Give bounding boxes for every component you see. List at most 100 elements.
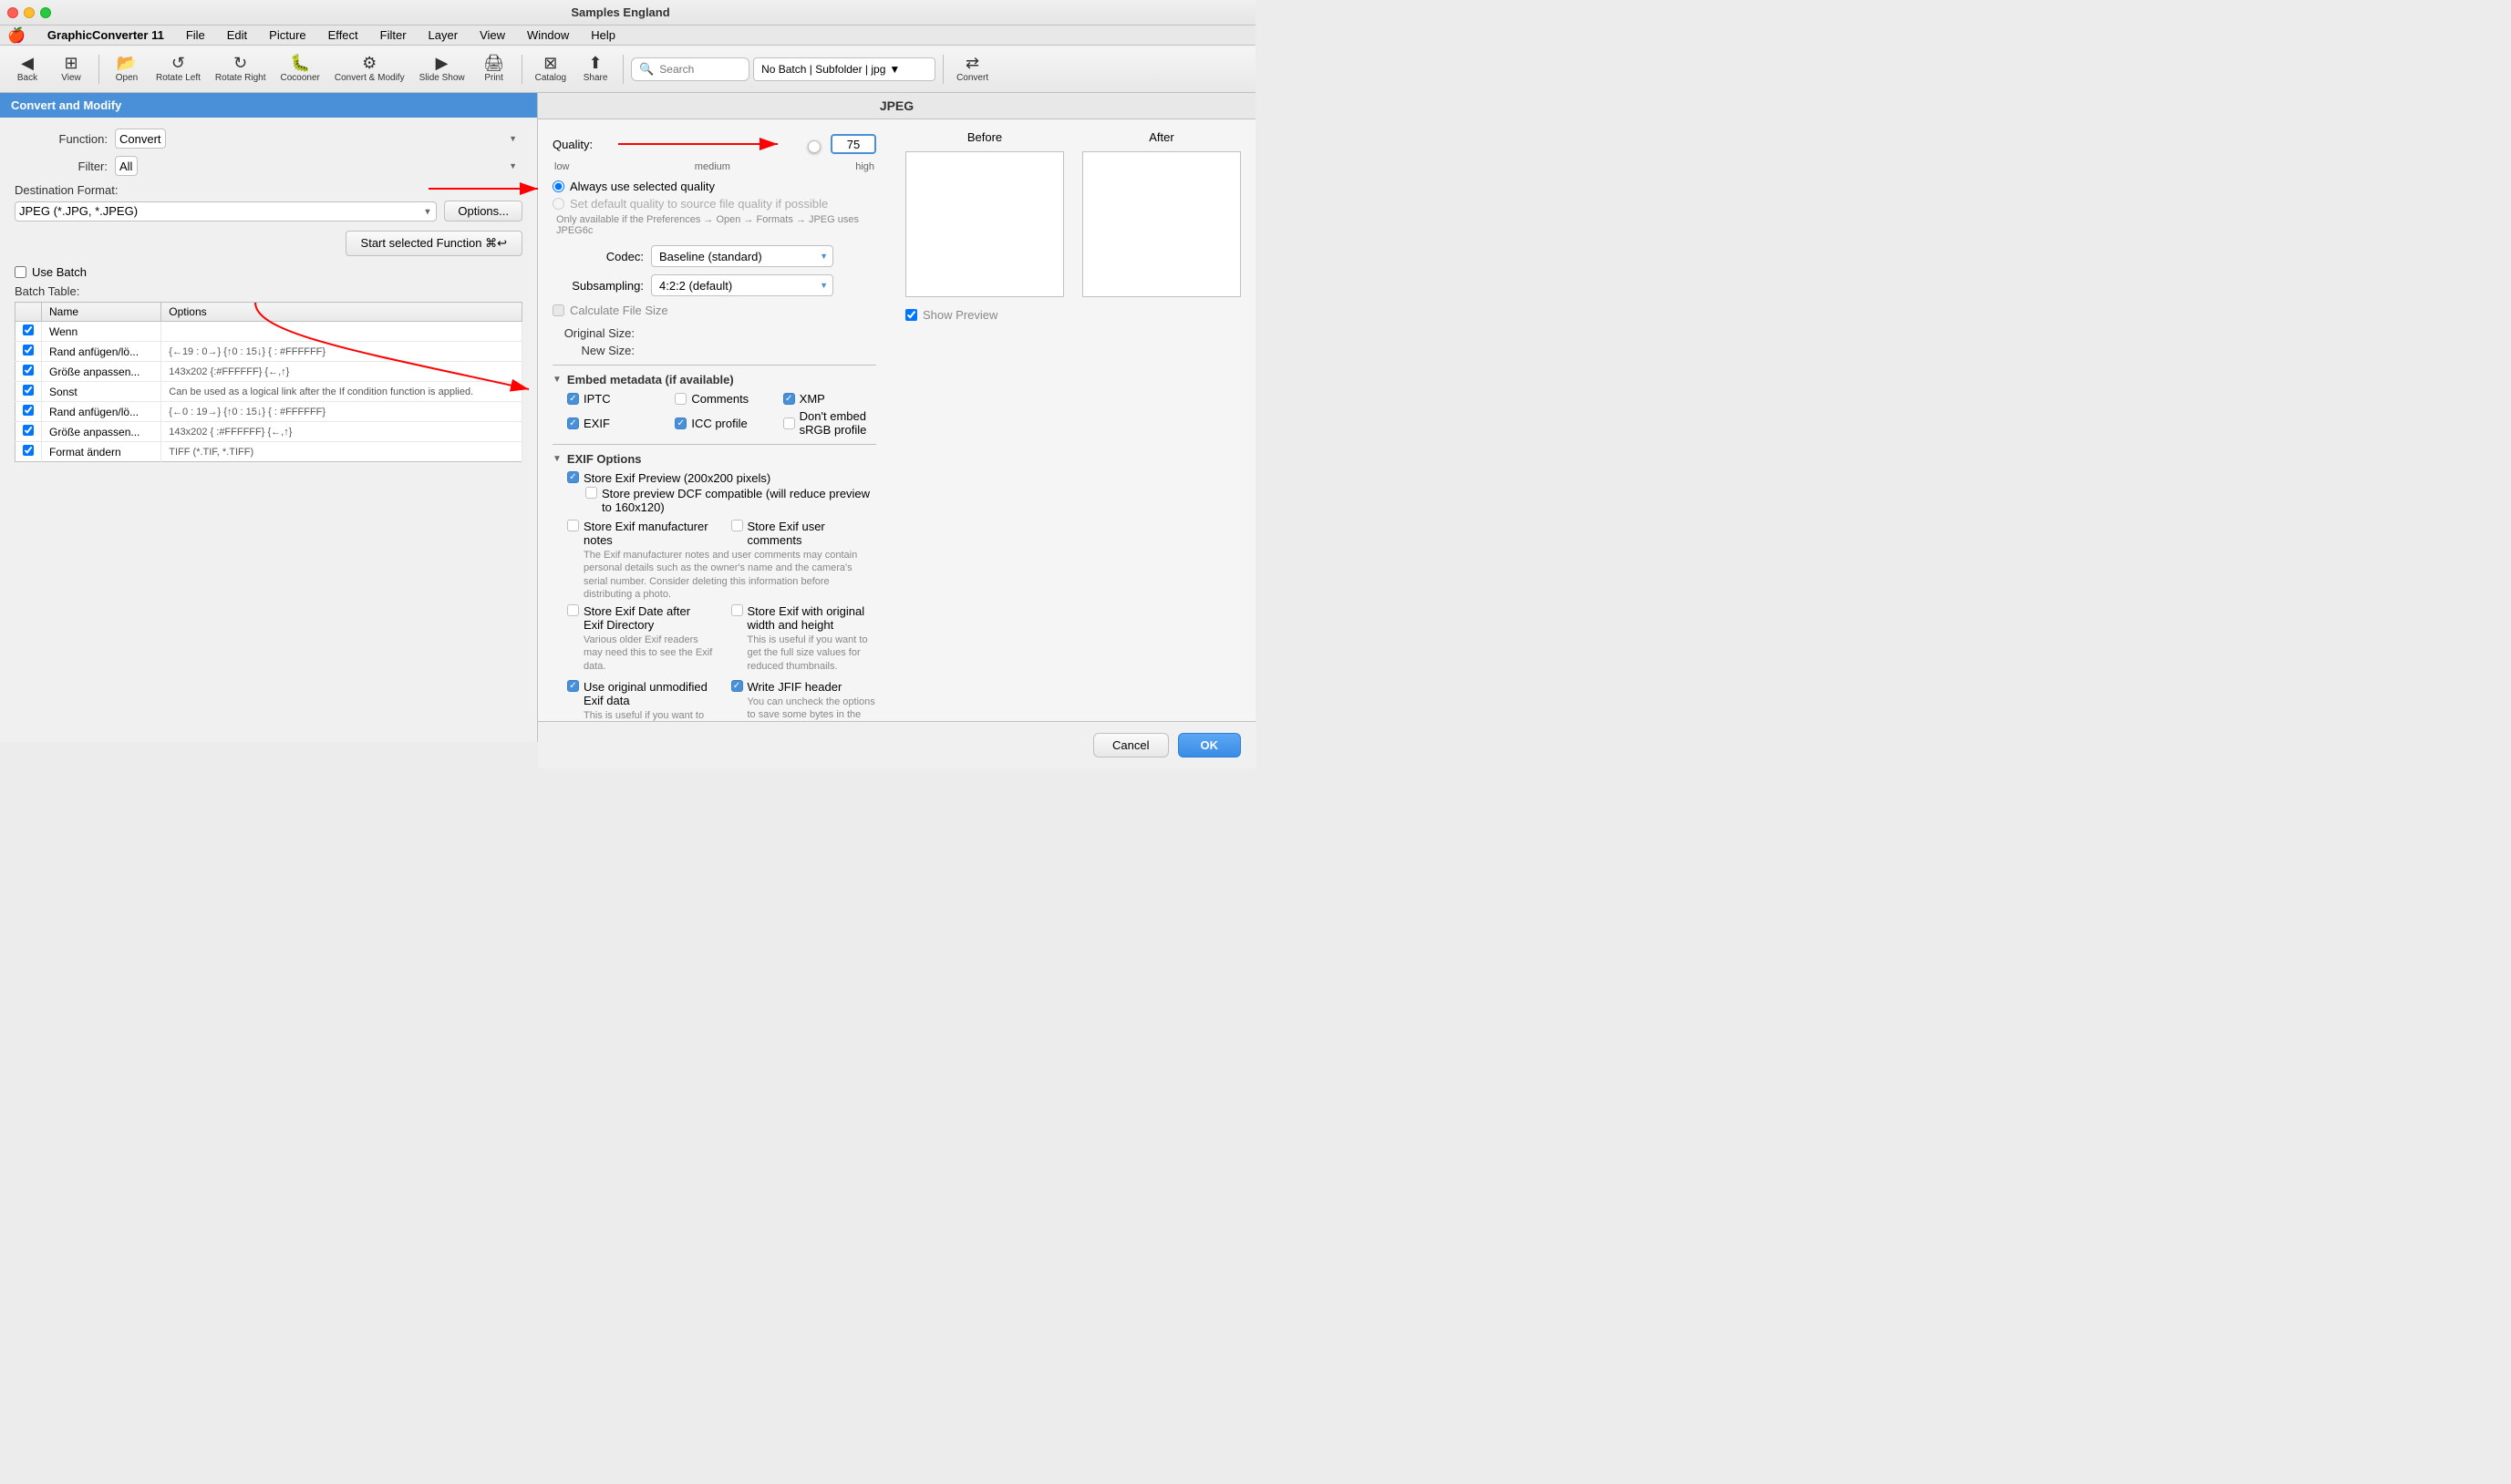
show-preview-label: Show Preview	[923, 308, 997, 322]
icc-checkbox[interactable]: ✓	[675, 417, 687, 429]
table-row: Rand anfügen/lö... {←19 : 0→} {↑0 : 15↓}…	[16, 342, 522, 362]
exif-user-item: Store Exif user comments	[731, 520, 877, 547]
right-panel: JPEG Quality:	[538, 93, 1256, 742]
subsampling-select[interactable]: 4:2:2 (default)	[651, 274, 833, 296]
menu-app-name[interactable]: GraphicConverter 11	[44, 28, 168, 42]
row-checkbox[interactable]	[23, 425, 34, 436]
srgb-checkbox[interactable]	[783, 417, 795, 429]
before-after-area: Before After Show Preview	[891, 119, 1256, 721]
exif-user-checkbox[interactable]	[731, 520, 743, 531]
subsampling-select-wrapper: 4:2:2 (default)	[651, 274, 833, 296]
cocooner-button[interactable]: 🐛 Cocooner	[275, 49, 326, 89]
batch-selector[interactable]: No Batch | Subfolder | jpg ▼	[753, 57, 935, 81]
menu-filter[interactable]: Filter	[377, 28, 410, 42]
menu-view[interactable]: View	[476, 28, 509, 42]
row-checkbox[interactable]	[23, 345, 34, 356]
maximize-button[interactable]	[40, 7, 51, 18]
search-input[interactable]	[659, 63, 741, 76]
toolbar: ◀ Back ⊞ View 📂 Open ↺ Rotate Left ↻ Rot…	[0, 46, 1256, 93]
menu-edit[interactable]: Edit	[223, 28, 251, 42]
share-button[interactable]: ⬆ Share	[575, 49, 615, 89]
left-panel-header: Convert and Modify	[0, 93, 537, 118]
row-checkbox[interactable]	[23, 325, 34, 335]
iptc-checkbox[interactable]: ✓	[567, 393, 579, 405]
row-options: {←19 : 0→} {↑0 : 15↓} { : #FFFFFF}	[161, 342, 522, 362]
view-button[interactable]: ⊞ View	[51, 49, 91, 89]
slide-show-button[interactable]: ▶ Slide Show	[414, 49, 470, 89]
row-check-cell	[16, 442, 42, 462]
show-preview-checkbox[interactable]	[905, 309, 917, 321]
batch-table-label: Batch Table:	[15, 284, 522, 298]
row-name: Größe anpassen...	[42, 422, 161, 442]
print-button[interactable]: 🖨 Print	[474, 49, 514, 89]
exif-date-checkbox[interactable]	[567, 604, 579, 616]
row-checkbox[interactable]	[23, 445, 34, 456]
rotate-right-button[interactable]: ↻ Rotate Right	[210, 49, 272, 89]
quality-help-text: Only available if the Preferences → Open…	[553, 214, 876, 236]
menu-help[interactable]: Help	[587, 28, 619, 42]
start-function-button[interactable]: Start selected Function ⌘↩	[346, 231, 522, 256]
apple-menu[interactable]: 🍎	[7, 26, 26, 45]
codec-select[interactable]: Baseline (standard)	[651, 245, 833, 267]
comments-checkbox[interactable]	[675, 393, 687, 405]
cancel-button[interactable]: Cancel	[1093, 733, 1168, 757]
back-button[interactable]: ◀ Back	[7, 49, 47, 89]
ok-button[interactable]: OK	[1178, 733, 1242, 757]
filter-row: Filter: All	[15, 156, 522, 176]
jpeg-dialog-title: JPEG	[538, 93, 1256, 119]
use-batch-checkbox[interactable]	[15, 266, 26, 278]
table-row: Wenn	[16, 322, 522, 342]
convert-button[interactable]: ⇄ Convert	[951, 49, 994, 89]
search-box[interactable]: 🔍	[631, 57, 749, 81]
row-check-cell	[16, 382, 42, 402]
function-select[interactable]: Convert	[115, 129, 166, 149]
exif-date-desc: Various older Exif readers may need this…	[584, 634, 713, 673]
exif-options-header[interactable]: ▼ EXIF Options	[553, 452, 876, 466]
exif-size-checkbox[interactable]	[731, 604, 743, 616]
window-title: Samples England	[58, 5, 1183, 19]
radio-source[interactable]	[553, 198, 564, 210]
open-button[interactable]: 📂 Open	[107, 49, 147, 89]
row-checkbox[interactable]	[23, 385, 34, 396]
exif-preview-checkbox[interactable]: ✓	[567, 471, 579, 483]
xmp-checkbox[interactable]: ✓	[783, 393, 795, 405]
exif-size-item: Store Exif with original width and heigh…	[731, 604, 877, 632]
exif-orig-checkbox[interactable]: ✓	[567, 680, 579, 692]
radio-always-row: Always use selected quality	[553, 180, 876, 193]
dest-format-section: Destination Format: JPEG (*.JPG, *.JPEG)…	[15, 183, 522, 222]
menu-file[interactable]: File	[182, 28, 209, 42]
slider-high-label: high	[855, 161, 874, 172]
convert-modify-button[interactable]: ⚙ Convert & Modify	[329, 49, 410, 89]
exif-jfif-checkbox[interactable]: ✓	[731, 680, 743, 692]
slide-show-icon: ▶	[436, 55, 449, 71]
exif-dcf-checkbox[interactable]	[585, 487, 597, 499]
menu-effect[interactable]: Effect	[325, 28, 362, 42]
menu-layer[interactable]: Layer	[425, 28, 462, 42]
options-button[interactable]: Options...	[444, 201, 522, 222]
catalog-button[interactable]: ⊠ Catalog	[530, 49, 572, 89]
after-label: After	[1082, 130, 1241, 144]
calculate-filesize-checkbox[interactable]	[553, 304, 564, 316]
row-checkbox[interactable]	[23, 365, 34, 376]
quality-slider[interactable]	[811, 145, 820, 149]
dest-format-select[interactable]: JPEG (*.JPG, *.JPEG)	[15, 201, 437, 222]
menu-window[interactable]: Window	[523, 28, 573, 42]
quality-row: Quality:	[553, 130, 876, 158]
rotate-left-button[interactable]: ↺ Rotate Left	[150, 49, 206, 89]
exif-checkbox[interactable]: ✓	[567, 417, 579, 429]
start-btn-row: Start selected Function ⌘↩	[15, 231, 522, 256]
original-size-label: Original Size:	[553, 326, 635, 340]
minimize-button[interactable]	[24, 7, 35, 18]
filter-select[interactable]: All	[115, 156, 138, 176]
table-row: Größe anpassen... 143x202 {:#FFFFFF} {←,…	[16, 362, 522, 382]
row-checkbox[interactable]	[23, 405, 34, 416]
menu-picture[interactable]: Picture	[265, 28, 309, 42]
close-button[interactable]	[7, 7, 18, 18]
quality-value-input[interactable]	[831, 134, 876, 154]
embed-metadata-header[interactable]: ▼ Embed metadata (if available)	[553, 373, 876, 386]
new-size-label: New Size:	[553, 344, 635, 357]
exif-mfr-desc: The Exif manufacturer notes and user com…	[584, 549, 876, 601]
menubar: 🍎 GraphicConverter 11 File Edit Picture …	[0, 26, 1256, 46]
radio-always[interactable]	[553, 180, 564, 192]
exif-mfr-checkbox[interactable]	[567, 520, 579, 531]
